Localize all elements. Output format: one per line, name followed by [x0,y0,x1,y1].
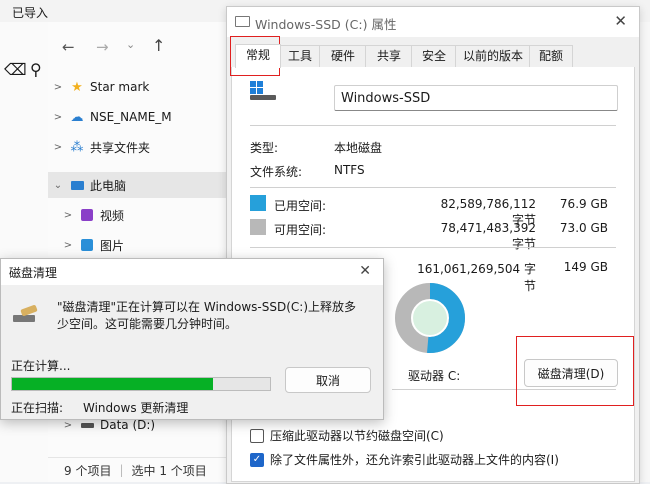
picture-icon [78,237,96,253]
drive-label: 驱动器 C: [408,369,461,383]
status-divider: | [119,463,124,477]
cancel-button[interactable]: 取消 [285,367,371,393]
nav-label: 共享文件夹 [90,140,151,155]
forward-arrow-icon[interactable]: → [96,38,109,56]
type-label: 类型: [250,141,279,155]
video-icon [78,207,96,223]
divider [250,187,616,188]
chevron-right-icon[interactable]: > [58,420,78,431]
disk-cleanup-icon [13,304,41,327]
index-checkbox[interactable]: ✓ 除了文件属性外，还允许索引此驱动器上文件的内容(I) [250,451,559,468]
nav-item-videos[interactable]: > 视频 [48,202,226,228]
chevron-right-icon[interactable]: > [48,82,68,93]
used-label: 已用空间: [274,199,327,213]
chevron-right-icon[interactable]: > [48,142,68,153]
drive-name-input[interactable]: Windows-SSD [334,85,618,111]
tab-security[interactable]: 安全 [411,45,457,67]
cloud-icon: ☁ [70,109,84,125]
disk-cleanup-dialog: 磁盘清理 ✕ "磁盘清理"正在计算可以在 Windows-SSD(C:)上释放多… [0,258,384,420]
nav-item-star-mark[interactable]: > ★ Star mark [48,74,226,100]
computer-icon [68,177,86,193]
share-icon: ⁂ [70,139,84,155]
free-label: 可用空间: [274,223,327,237]
nav-label: 此电脑 [90,178,127,193]
free-color-swatch [250,219,266,235]
properties-title-bar: Windows-SSD (C:) 属性 ✕ [227,7,639,37]
nav-item-pictures[interactable]: > 图片 [48,232,226,258]
drive-title-icon [235,16,250,27]
drive-icon [250,81,278,100]
close-icon[interactable]: ✕ [359,263,371,279]
compress-checkbox[interactable]: 压缩此驱动器以节约磁盘空间(C) [250,427,444,444]
cleanup-title-bar: 磁盘清理 ✕ [1,259,383,285]
highlight-cleanup-button [516,336,634,406]
progress-fill [12,378,214,390]
scanning-label: 正在扫描: [11,401,64,415]
pin-icon[interactable]: ⚲ [30,60,42,79]
scanning-value: Windows 更新清理 [83,401,189,415]
nav-item-nse[interactable]: > ☁ NSE_NAME_M [48,104,226,130]
item-count: 9 个项目 [64,463,112,478]
chevron-down-icon[interactable]: ⌄ [48,180,68,191]
cleanup-title: 磁盘清理 [9,266,58,280]
nav-label: NSE_NAME_M [90,110,172,124]
tab-tools[interactable]: 工具 [279,45,321,67]
type-value: 本地磁盘 [334,141,383,155]
nav-label: 图片 [100,238,125,253]
check-icon[interactable]: ✓ [250,452,264,467]
tab-quota[interactable]: 配额 [529,45,573,67]
nav-label: Star mark [90,80,150,94]
calculating-label: 正在计算... [11,359,71,373]
chevron-right-icon[interactable]: > [48,112,68,123]
status-bar: 9 个项目 | 选中 1 个项目 [48,457,226,482]
back-arrow-icon[interactable]: ← [62,38,75,56]
up-arrow-icon[interactable]: ↑ [152,36,165,55]
chevron-right-icon[interactable]: > [58,210,78,221]
nav-label: Data (D:) [100,418,156,432]
nav-item-this-pc[interactable]: ⌄ 此电脑 [48,172,226,198]
nav-item-shared[interactable]: > ⁂ 共享文件夹 [48,134,226,160]
used-gb: 76.9 GB [559,197,608,211]
fs-value: NTFS [334,163,365,177]
donut-center [413,301,447,335]
chevron-down-icon[interactable]: ⌄ [126,38,135,51]
properties-title: Windows-SSD (C:) 属性 [255,17,397,32]
index-label: 除了文件属性外，还允许索引此驱动器上文件的内容(I) [270,453,559,467]
free-gb: 73.0 GB [559,221,608,235]
tab-strip: 常规 工具 硬件 共享 安全 以前的版本 配额 [231,44,635,68]
divider [250,125,616,126]
close-icon[interactable]: ✕ [614,12,627,30]
chevron-right-icon[interactable]: > [58,240,78,251]
divider [250,247,616,248]
capacity-gb: 149 GB [563,260,608,274]
tab-hardware[interactable]: 硬件 [319,45,367,67]
cleanup-progress-bar [11,377,271,391]
fs-label: 文件系统: [250,165,303,179]
nav-label: 视频 [100,208,125,223]
used-color-swatch [250,195,266,211]
cleanup-message: "磁盘清理"正在计算可以在 Windows-SSD(C:)上释放多少空间。这可能… [57,300,357,331]
eraser-icon[interactable]: ⌫ [4,60,27,79]
star-icon: ★ [71,79,83,95]
tab-general[interactable]: 常规 [235,44,281,68]
usage-donut [395,283,465,353]
tab-sharing[interactable]: 共享 [365,45,413,67]
compress-label: 压缩此驱动器以节约磁盘空间(C) [270,429,444,443]
imported-tab[interactable]: 已导入 [12,4,48,21]
tab-previous-versions[interactable]: 以前的版本 [455,45,531,67]
checkbox-box[interactable] [250,428,264,443]
selected-count: 选中 1 个项目 [131,463,207,478]
